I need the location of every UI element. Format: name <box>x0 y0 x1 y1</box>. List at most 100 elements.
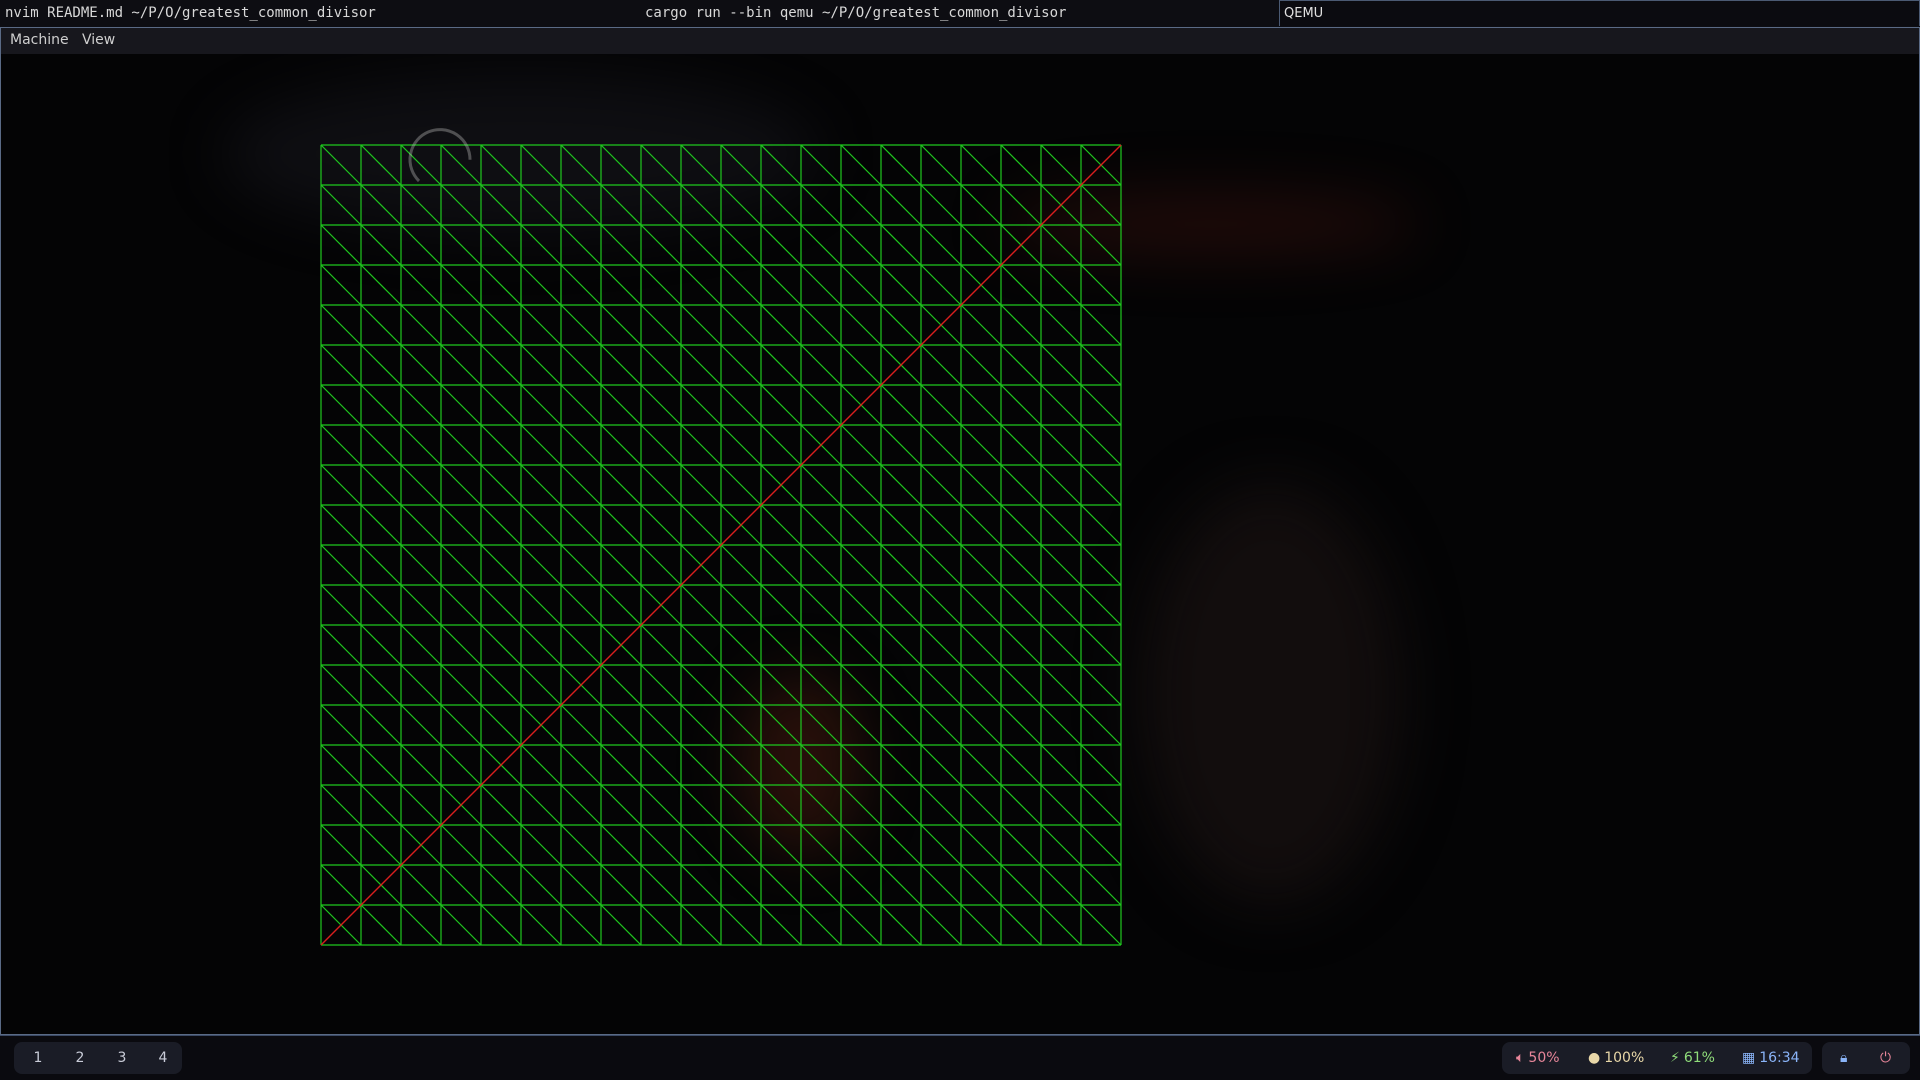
grid-cell-diagonal <box>480 544 522 586</box>
grid-cell-diagonal <box>1080 264 1122 306</box>
window-title-qemu[interactable]: QEMU <box>1279 0 1920 26</box>
volume-indicator[interactable]: 🔈︎ 50% <box>1516 1050 1560 1066</box>
grid-cell-diagonal <box>1000 904 1042 946</box>
grid-cell-diagonal <box>920 184 962 226</box>
grid-cell-diagonal <box>680 424 722 466</box>
grid-cell-diagonal <box>1040 144 1082 186</box>
grid-cell-diagonal <box>400 264 442 306</box>
grid-cell-diagonal <box>800 864 842 906</box>
grid-cell-diagonal <box>920 904 962 946</box>
grid-cell-diagonal <box>920 544 962 586</box>
grid-cell-diagonal <box>800 264 842 306</box>
grid-cell-diagonal <box>880 744 922 786</box>
grid-cell-diagonal <box>360 344 402 386</box>
grid-cell-diagonal <box>560 144 602 186</box>
menu-view[interactable]: View <box>82 32 115 48</box>
grid-cell-diagonal <box>1000 704 1042 746</box>
workspace-4-button[interactable]: 4 <box>153 1050 173 1066</box>
workspace-3-button[interactable]: 3 <box>112 1050 132 1066</box>
grid-cell-diagonal <box>1040 224 1082 266</box>
grid-cell-diagonal <box>680 904 722 946</box>
grid-cell-diagonal <box>600 704 642 746</box>
loading-spinner-icon <box>408 128 472 183</box>
grid-cell-diagonal <box>440 824 482 866</box>
grid-cell-diagonal <box>400 504 442 546</box>
grid-cell-diagonal <box>480 504 522 546</box>
workspace-2-button[interactable]: 2 <box>70 1050 90 1066</box>
grid-cell-diagonal <box>360 304 402 346</box>
grid-cell-diagonal <box>360 264 402 306</box>
grid-cell-diagonal <box>440 504 482 546</box>
grid-cell-diagonal <box>640 384 682 426</box>
grid-cell-diagonal <box>1000 824 1042 866</box>
grid-cell-diagonal <box>640 704 682 746</box>
grid-cell-diagonal <box>320 664 362 706</box>
grid-cell-diagonal <box>320 864 362 906</box>
grid-cell-diagonal <box>840 584 882 626</box>
grid-cell-diagonal <box>320 744 362 786</box>
grid-cell-diagonal <box>320 544 362 586</box>
grid-cell-diagonal <box>720 664 762 706</box>
grid-cell-diagonal <box>800 824 842 866</box>
grid-cell-diagonal <box>520 344 562 386</box>
grid-cell-diagonal <box>1000 544 1042 586</box>
grid-cell-diagonal <box>720 904 762 946</box>
grid-cell-diagonal <box>360 504 402 546</box>
brightness-indicator[interactable]: ● 100% <box>1588 1050 1644 1066</box>
grid-cell-diagonal <box>480 864 522 906</box>
window-title-nvim[interactable]: nvim README.md ~/P/O/greatest_common_div… <box>5 5 376 21</box>
grid-cell-diagonal <box>560 224 602 266</box>
grid-cell-diagonal <box>760 704 802 746</box>
grid-cell-diagonal <box>880 384 922 426</box>
grid-cell-diagonal <box>640 464 682 506</box>
grid-cell-diagonal <box>320 304 362 346</box>
grid-cell-diagonal <box>560 384 602 426</box>
grid-cell-diagonal <box>640 424 682 466</box>
grid-cell-diagonal <box>960 904 1002 946</box>
grid-cell-diagonal <box>1080 344 1122 386</box>
grid-cell-diagonal <box>680 264 722 306</box>
menu-machine[interactable]: Machine <box>10 32 69 48</box>
grid-cell-diagonal <box>440 584 482 626</box>
window-title-cargo[interactable]: cargo run --bin qemu ~/P/O/greatest_comm… <box>645 5 1066 21</box>
grid-cell-diagonal <box>1000 624 1042 666</box>
grid-cell-diagonal <box>440 624 482 666</box>
grid-cell-diagonal <box>600 424 642 466</box>
clock[interactable]: ▦ 16:34 <box>1742 1050 1800 1066</box>
grid-cell-diagonal <box>640 184 682 226</box>
grid-cell-diagonal <box>440 304 482 346</box>
power-icon[interactable]: ⏻ <box>1880 1050 1891 1066</box>
grid-cell-diagonal <box>520 464 562 506</box>
grid-cell-diagonal <box>680 824 722 866</box>
grid-cell-diagonal <box>560 584 602 626</box>
grid-cell-diagonal <box>480 224 522 266</box>
grid-cell-diagonal <box>360 224 402 266</box>
grid-cell-diagonal <box>680 144 722 186</box>
grid-cell-diagonal <box>360 544 402 586</box>
grid-cell-diagonal <box>920 624 962 666</box>
grid-cell-diagonal <box>360 784 402 826</box>
grid-cell-diagonal <box>480 384 522 426</box>
grid-cell-diagonal <box>640 224 682 266</box>
grid-cell-diagonal <box>880 624 922 666</box>
grid-cell-diagonal <box>840 424 882 466</box>
grid-cell-diagonal <box>640 504 682 546</box>
grid-cell-diagonal <box>480 784 522 826</box>
workspace-1-button[interactable]: 1 <box>28 1050 48 1066</box>
battery-indicator[interactable]: ⚡︎ 61% <box>1670 1050 1715 1066</box>
grid-cell-diagonal <box>960 384 1002 426</box>
grid-cell-diagonal <box>1040 824 1082 866</box>
grid-cell-diagonal <box>960 544 1002 586</box>
grid-cell-diagonal <box>1040 424 1082 466</box>
grid-cell-diagonal <box>840 624 882 666</box>
grid-cell-diagonal <box>720 744 762 786</box>
qemu-display[interactable] <box>1 54 1919 1034</box>
grid-cell-diagonal <box>360 704 402 746</box>
grid-cell-diagonal <box>400 384 442 426</box>
grid-cell-diagonal <box>800 904 842 946</box>
grid-cell-diagonal <box>840 224 882 266</box>
grid-cell-diagonal <box>480 704 522 746</box>
qemu-menubar: Machine View <box>1 28 1919 54</box>
lock-icon[interactable]: 🔒︎ <box>1840 1050 1847 1066</box>
grid-cell-diagonal <box>1080 304 1122 346</box>
